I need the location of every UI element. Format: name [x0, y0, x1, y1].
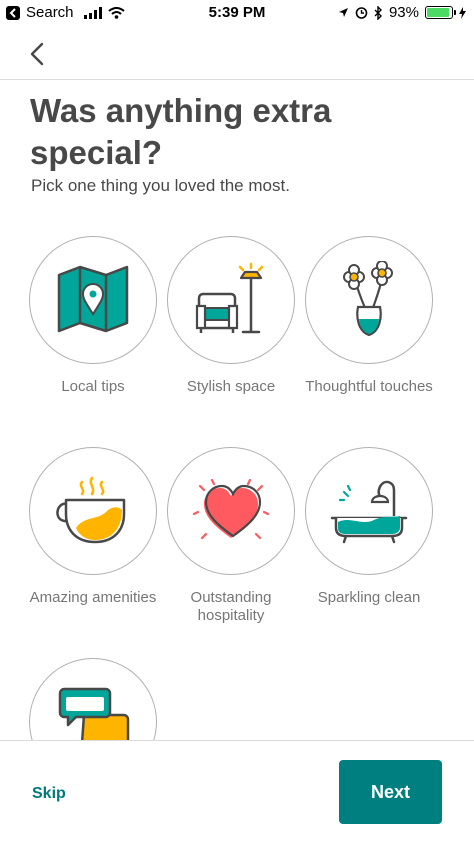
- footer-bar: Skip Next: [0, 740, 474, 843]
- bathtub-icon: [330, 480, 408, 544]
- status-right: 93%: [338, 4, 466, 21]
- page-subtitle: Pick one thing you loved the most.: [31, 176, 290, 195]
- coffee-cup-icon: [56, 476, 126, 544]
- heart-icon: [192, 478, 270, 540]
- option-label: Stylish space: [186, 378, 276, 395]
- charging-icon: [459, 6, 466, 19]
- skip-button[interactable]: Skip: [32, 785, 66, 803]
- battery-percent: 93%: [388, 4, 419, 21]
- location-icon: [338, 8, 348, 17]
- next-button[interactable]: Next: [339, 760, 442, 824]
- back-button[interactable]: [26, 40, 50, 68]
- option-circle: [29, 447, 157, 575]
- option-label: Amazing amenities: [29, 589, 157, 606]
- option-label: Sparkling clean: [317, 589, 421, 606]
- option-circle: [167, 236, 295, 364]
- option-stylish-space[interactable]: Stylish space: [167, 236, 295, 396]
- armchair-lamp-icon: [195, 262, 264, 334]
- option-outstanding-hospitality[interactable]: Outstanding hospitality: [167, 447, 295, 625]
- option-circle: [167, 447, 295, 575]
- chevron-left-icon: [30, 42, 44, 66]
- nav-bar: [0, 28, 474, 80]
- bluetooth-icon: [374, 5, 382, 20]
- flowers-vase-icon: [343, 261, 393, 337]
- option-label: Thoughtful touches: [305, 378, 433, 395]
- option-circle: [305, 447, 433, 575]
- option-local-tips[interactable]: Local tips: [29, 236, 157, 396]
- alarm-icon: [355, 7, 368, 19]
- option-circle: [305, 236, 433, 364]
- battery-icon: [425, 6, 456, 19]
- status-bar: Search 5:39 PM 93%: [0, 0, 474, 28]
- option-thoughtful-touches[interactable]: Thoughtful touches: [305, 236, 433, 396]
- page-title: Was anything extra special?: [30, 92, 332, 171]
- option-amazing-amenities[interactable]: Amazing amenities: [29, 447, 157, 607]
- option-label: Local tips: [61, 378, 125, 395]
- option-label: Outstanding hospitality: [190, 589, 272, 624]
- option-sparkling-clean[interactable]: Sparkling clean: [305, 447, 433, 607]
- map-icon: [57, 265, 129, 333]
- option-circle: [29, 236, 157, 364]
